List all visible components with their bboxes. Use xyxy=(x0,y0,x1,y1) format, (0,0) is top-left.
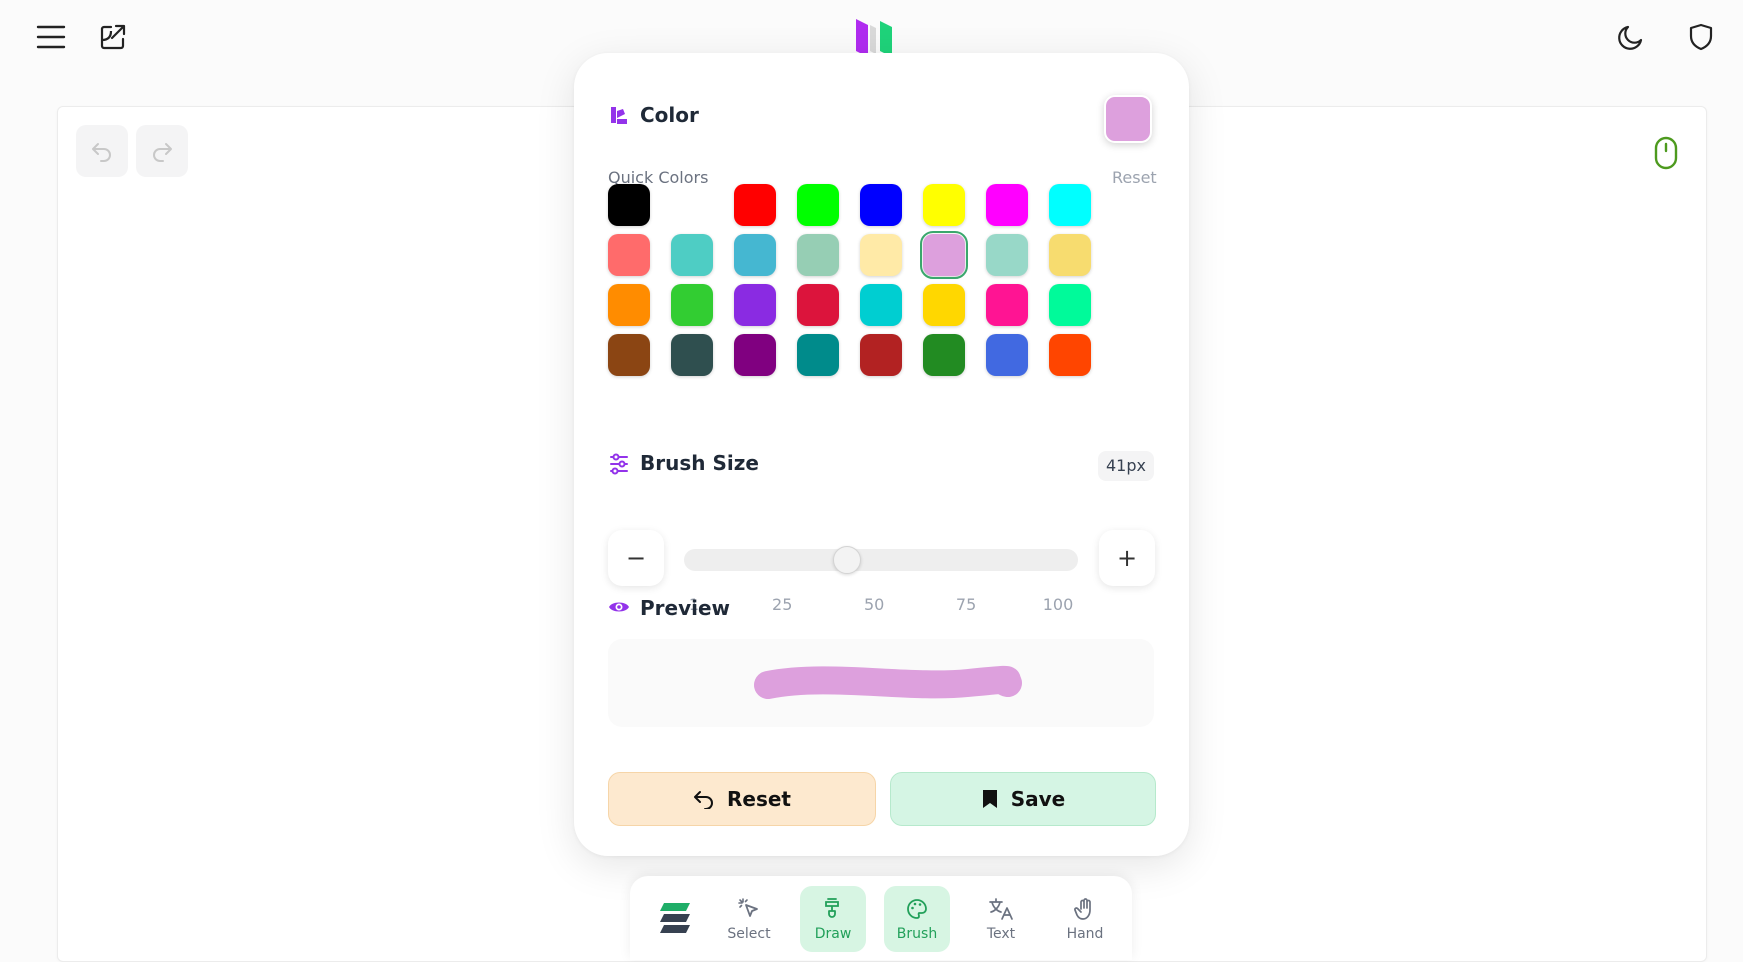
color-swatch[interactable] xyxy=(734,284,776,326)
color-swatch[interactable] xyxy=(986,284,1028,326)
slider-thumb[interactable] xyxy=(832,546,861,574)
save-button[interactable]: Save xyxy=(890,772,1156,826)
slider-tick-label: 50 xyxy=(863,595,885,614)
mouse-icon xyxy=(1654,136,1678,170)
current-color-preview[interactable] xyxy=(1104,95,1152,143)
color-swatch[interactable] xyxy=(671,184,713,226)
color-swatch[interactable] xyxy=(923,284,965,326)
tool-select-label: Select xyxy=(727,925,771,942)
palette-swatch-icon xyxy=(611,107,627,124)
color-swatch[interactable] xyxy=(923,334,965,376)
quick-colors-reset-link[interactable]: Reset xyxy=(1112,168,1157,187)
external-link-icon xyxy=(100,24,126,50)
reset-button[interactable]: Reset xyxy=(608,772,876,826)
color-section-title: Color xyxy=(640,103,699,127)
tool-brush[interactable]: Brush xyxy=(884,886,950,952)
color-swatch[interactable] xyxy=(797,184,839,226)
color-swatch[interactable] xyxy=(1049,234,1091,276)
pointer-click-icon xyxy=(738,897,758,917)
layers-button[interactable] xyxy=(650,894,700,944)
color-swatch[interactable] xyxy=(671,334,713,376)
redo-button[interactable] xyxy=(136,125,188,177)
undo-icon xyxy=(92,143,111,162)
color-swatch[interactable] xyxy=(671,234,713,276)
bookmark-icon xyxy=(982,790,997,808)
color-swatch[interactable] xyxy=(986,334,1028,376)
color-swatch[interactable] xyxy=(734,184,776,226)
color-swatch[interactable] xyxy=(923,184,965,226)
draw-pen-icon xyxy=(825,897,839,918)
color-swatch[interactable] xyxy=(608,284,650,326)
slider-tick-label: 100 xyxy=(1042,595,1074,614)
color-swatch[interactable] xyxy=(734,334,776,376)
color-swatch[interactable] xyxy=(860,184,902,226)
decrease-size-button[interactable]: − xyxy=(608,530,664,586)
brush-size-slider[interactable] xyxy=(684,546,1078,574)
color-swatch[interactable] xyxy=(797,284,839,326)
color-swatch[interactable] xyxy=(797,234,839,276)
palette-icon xyxy=(907,898,927,919)
translate-text-icon xyxy=(989,897,1013,920)
tool-brush-label: Brush xyxy=(896,925,938,942)
sliders-icon xyxy=(610,453,628,475)
hand-icon xyxy=(1074,897,1091,920)
tool-text[interactable]: Text xyxy=(968,886,1034,952)
color-swatch[interactable] xyxy=(797,334,839,376)
theme-toggle-button[interactable] xyxy=(1614,20,1648,54)
save-button-label: Save xyxy=(1010,787,1066,811)
color-swatch[interactable] xyxy=(1049,284,1091,326)
color-swatch[interactable] xyxy=(860,284,902,326)
reset-button-label: Reset xyxy=(727,787,791,811)
tool-dock: Select Draw Brush Text Hand xyxy=(630,876,1132,960)
brush-settings-panel: Color Quick Colors Reset Brush Size 41px… xyxy=(574,53,1189,856)
menu-button[interactable] xyxy=(34,22,68,52)
color-swatch[interactable] xyxy=(920,231,968,279)
menu-icon xyxy=(36,25,66,49)
color-swatch[interactable] xyxy=(860,234,902,276)
tool-select[interactable]: Select xyxy=(716,886,782,952)
color-swatch[interactable] xyxy=(860,334,902,376)
undo-button[interactable] xyxy=(76,125,128,177)
slider-tick-label: 75 xyxy=(955,595,977,614)
color-swatch[interactable] xyxy=(1049,334,1091,376)
shield-icon xyxy=(1689,23,1713,51)
color-swatch[interactable] xyxy=(608,234,650,276)
moon-icon xyxy=(1618,25,1643,50)
tool-draw-label: Draw xyxy=(814,925,852,942)
mouse-mode-indicator[interactable] xyxy=(1649,135,1683,171)
color-swatch[interactable] xyxy=(986,234,1028,276)
color-swatch[interactable] xyxy=(671,284,713,326)
color-swatch[interactable] xyxy=(608,334,650,376)
tool-hand-label: Hand xyxy=(1066,925,1104,942)
brush-size-value: 41px xyxy=(1098,451,1154,481)
tool-text-label: Text xyxy=(986,925,1016,942)
share-button[interactable] xyxy=(96,20,130,54)
privacy-button[interactable] xyxy=(1684,20,1718,54)
tool-hand[interactable]: Hand xyxy=(1052,886,1118,952)
color-swatch[interactable] xyxy=(608,184,650,226)
color-swatch[interactable] xyxy=(986,184,1028,226)
layers-icon xyxy=(660,903,690,933)
color-swatch[interactable] xyxy=(1049,184,1091,226)
tool-draw[interactable]: Draw xyxy=(800,886,866,952)
preview-title: Preview xyxy=(640,596,731,620)
brush-stroke-preview xyxy=(754,665,1022,699)
redo-icon xyxy=(153,143,172,162)
brush-preview-area xyxy=(608,639,1154,727)
brush-size-title: Brush Size xyxy=(640,451,759,475)
color-swatch[interactable] xyxy=(734,234,776,276)
eye-icon xyxy=(609,602,629,612)
slider-tick-label: 25 xyxy=(772,595,793,614)
increase-size-button[interactable]: + xyxy=(1099,530,1155,586)
undo-arrow-icon xyxy=(694,791,713,809)
